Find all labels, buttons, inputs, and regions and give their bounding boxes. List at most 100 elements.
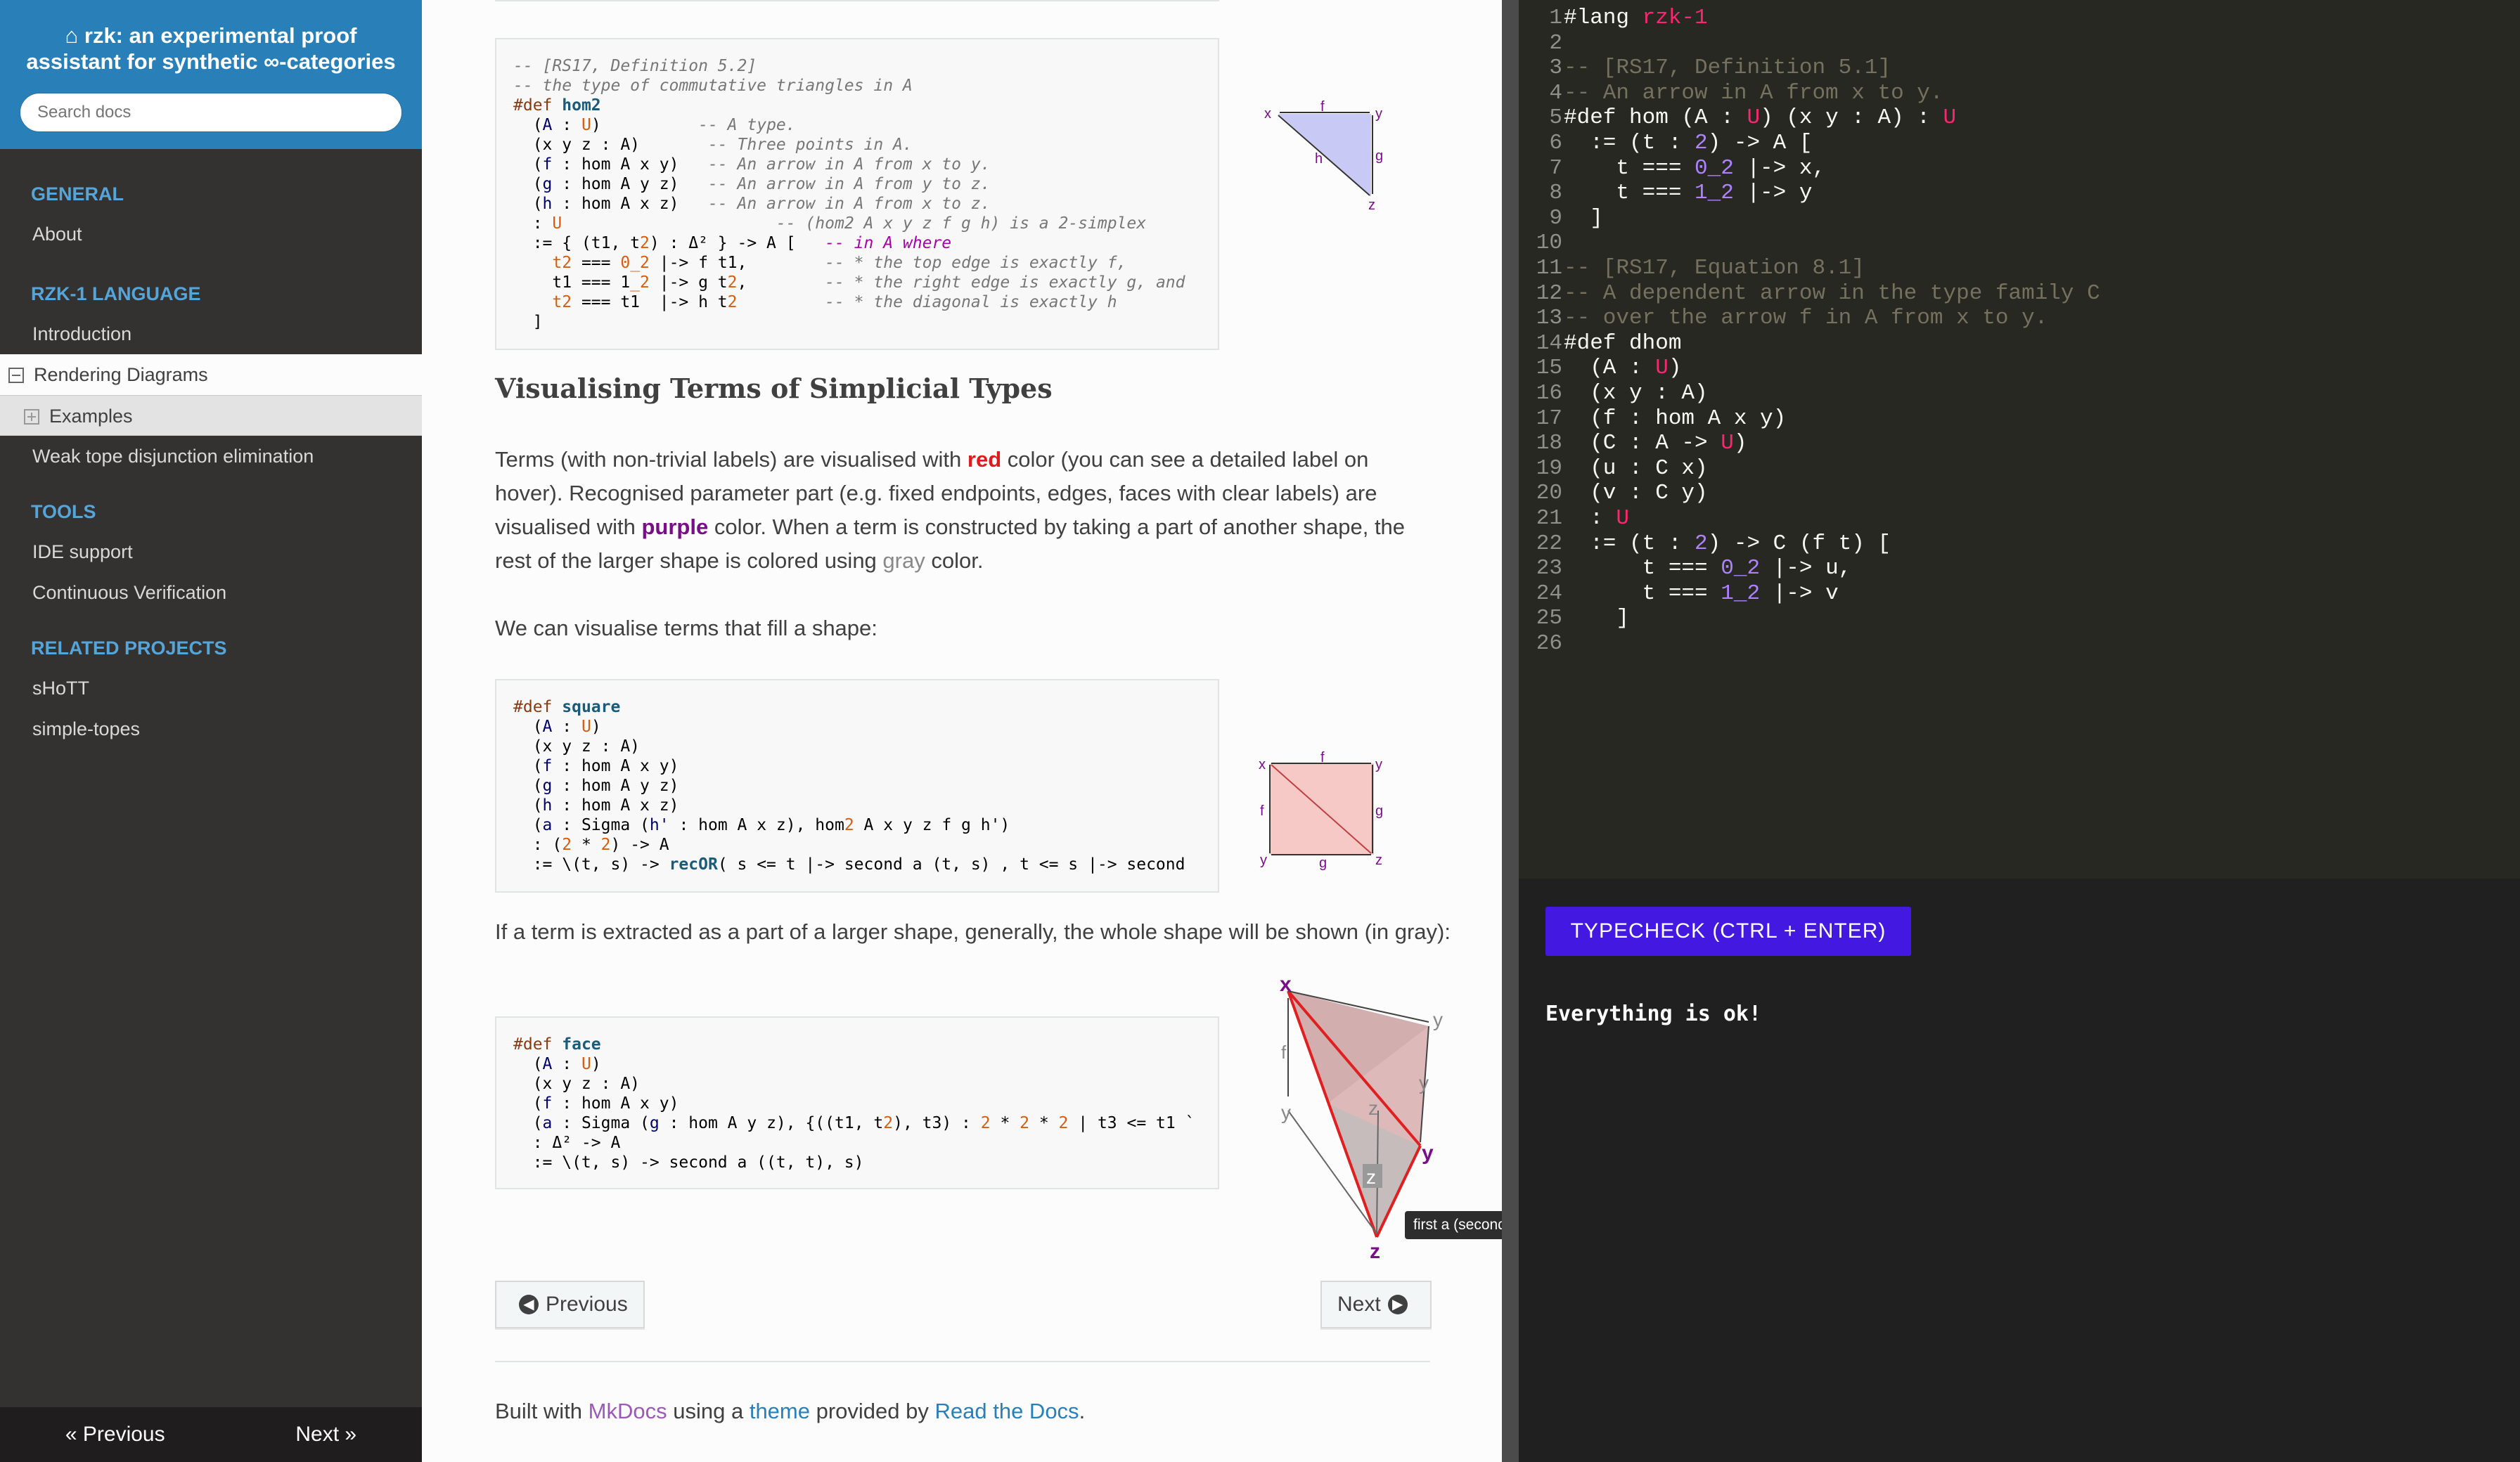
code-block-hom2: -- [RS17, Definition 5.2] -- the type of…: [495, 38, 1219, 350]
label-z: z: [1370, 1240, 1380, 1263]
sidebar-item-rendering-diagrams[interactable]: Rendering Diagrams: [0, 354, 422, 395]
code-line: (u : C x): [1564, 455, 1708, 481]
code-line: (x y : A): [1564, 381, 1708, 406]
code-line: #lang rzk-1: [1564, 6, 1708, 30]
code-line: := (t : 2) -> C (f t) [: [1564, 531, 1891, 556]
line-number: 15: [1536, 356, 1562, 381]
code-line: -- over the arrow f in A from x to y.: [1564, 306, 2048, 331]
mkdocs-link[interactable]: MkDocs: [589, 1399, 667, 1423]
next-button[interactable]: Next ▶: [1320, 1281, 1432, 1328]
line-number: 18: [1536, 431, 1562, 456]
code-line: ]: [1564, 606, 1630, 631]
label-g: g: [1375, 803, 1383, 819]
label-z-box-text: z: [1366, 1166, 1376, 1188]
section-rzk-language: RZK-1 LANGUAGE: [31, 283, 201, 304]
line-number: 10: [1536, 231, 1562, 256]
line-number: 1: [1549, 6, 1562, 30]
label-f-left: f: [1260, 803, 1264, 819]
sidebar-item-weak-tope[interactable]: Weak tope disjunction elimination: [0, 436, 422, 477]
section-tools: TOOLS: [31, 501, 96, 522]
typecheck-button[interactable]: TYPECHECK (CTRL + ENTER): [1545, 907, 1911, 956]
label-z: z: [1375, 853, 1382, 868]
label-y-gray-3: y: [1281, 1101, 1291, 1123]
paragraph-extracted: If a term is extracted as a part of a la…: [495, 919, 1451, 944]
search-input[interactable]: [20, 93, 402, 132]
label-y-gray: y: [1433, 1009, 1443, 1030]
arrow-right-icon: ▶: [1387, 1295, 1408, 1314]
label-z: z: [1368, 198, 1375, 213]
label-y-bottom: y: [1260, 853, 1267, 868]
footer: Built with MkDocs using a theme provided…: [495, 1399, 1086, 1423]
code-editor[interactable]: 1 #lang rzk-1 2 3 -- [RS17, Definition 5.1…: [1519, 0, 2520, 879]
read-the-docs-link[interactable]: Read the Docs: [935, 1399, 1079, 1423]
code-line: #def dhom: [1564, 330, 1682, 356]
site-title[interactable]: ⌂ rzk: an experimental proof assistant f…: [18, 22, 404, 75]
sidebar-item-examples[interactable]: Examples: [0, 395, 422, 436]
code-face: #def face (A : U) (x y z : A) (f : hom A…: [513, 1035, 1195, 1172]
line-number: 22: [1536, 531, 1562, 556]
line-number: 19: [1536, 455, 1562, 481]
diagram-square: x y f g y z g f: [1259, 750, 1383, 871]
code-square: #def square (A : U) (x y z : A) (f : hom…: [513, 698, 1185, 874]
code-hom2: -- [RS17, Definition 5.2] -- the type of…: [513, 57, 1185, 331]
label-y-gray-2: y: [1419, 1072, 1429, 1094]
line-number: 13: [1536, 306, 1562, 331]
pane-splitter[interactable]: [1502, 0, 1519, 1462]
line-number: 24: [1536, 581, 1562, 606]
code-line: (f : hom A x y): [1564, 406, 1787, 431]
label-x: x: [1280, 973, 1292, 996]
sidebar-header: ⌂ rzk: an experimental proof assistant f…: [0, 0, 422, 149]
section-related-projects: RELATED PROJECTS: [31, 638, 227, 659]
code-line: t === 1_2 |-> y: [1564, 181, 1813, 206]
line-number: 9: [1549, 205, 1562, 231]
line-number: 25: [1536, 606, 1562, 631]
label-x: x: [1264, 106, 1271, 122]
sidebar-item-about[interactable]: About: [0, 214, 422, 254]
expand-icon[interactable]: [24, 409, 39, 425]
sidebar-prev-link[interactable]: « Previous: [65, 1423, 165, 1447]
code-line: t === 1_2 |-> v: [1564, 581, 1839, 606]
label-z-gray: z: [1368, 1097, 1378, 1119]
label-y: y: [1422, 1141, 1434, 1165]
label-f: f: [1281, 1042, 1287, 1063]
label-g-bottom: g: [1319, 855, 1327, 871]
footer-divider: [495, 1361, 1430, 1362]
line-number: 26: [1536, 631, 1562, 656]
label-g: g: [1375, 148, 1383, 164]
line-number: 3: [1549, 56, 1562, 81]
line-number: 5: [1549, 105, 1562, 131]
label-h: h: [1315, 151, 1323, 167]
line-number: 17: [1536, 406, 1562, 431]
theme-link[interactable]: theme: [750, 1399, 810, 1423]
line-number: 20: [1536, 481, 1562, 506]
arrow-left-icon: ◀: [519, 1295, 539, 1314]
label-f: f: [1320, 750, 1325, 765]
face-right: [1288, 991, 1429, 1237]
code-line: (v : C y): [1564, 481, 1708, 506]
sidebar-item-introduction[interactable]: Introduction: [0, 313, 422, 354]
section-general: GENERAL: [31, 183, 124, 205]
line-number: 12: [1536, 280, 1562, 306]
sidebar-item-simple-topes[interactable]: simple-topes: [0, 709, 422, 749]
collapse-icon[interactable]: [8, 368, 24, 383]
output-panel: TYPECHECK (CTRL + ENTER) Everything is o…: [1519, 879, 2520, 1462]
sidebar-pager: « Previous Next »: [0, 1407, 422, 1462]
code-line: t === 0_2 |-> x,: [1564, 155, 1826, 181]
label-y: y: [1375, 757, 1382, 772]
code-line: t === 0_2 |-> u,: [1564, 556, 1852, 581]
code-line: -- A dependent arrow in the type family …: [1564, 280, 2100, 306]
sidebar-item-ide-support[interactable]: IDE support: [0, 531, 422, 572]
home-icon: ⌂: [65, 23, 84, 48]
code-line: (A : U): [1564, 356, 1682, 381]
section-heading: Visualising Terms of Simplicial Types: [495, 373, 1053, 404]
line-number: 16: [1536, 381, 1562, 406]
code-block-face: #def face (A : U) (x y z : A) (f : hom A…: [495, 1016, 1219, 1189]
sidebar: ⌂ rzk: an experimental proof assistant f…: [0, 0, 422, 1462]
previous-button[interactable]: ◀ Previous: [495, 1281, 645, 1328]
sidebar-next-link[interactable]: Next »: [295, 1423, 356, 1447]
line-number: 4: [1549, 80, 1562, 105]
code-line: ]: [1564, 205, 1603, 231]
sidebar-item-continuous-verification[interactable]: Continuous Verification: [0, 572, 422, 613]
line-number: 6: [1549, 131, 1562, 155]
sidebar-item-shott[interactable]: sHoTT: [0, 668, 422, 709]
